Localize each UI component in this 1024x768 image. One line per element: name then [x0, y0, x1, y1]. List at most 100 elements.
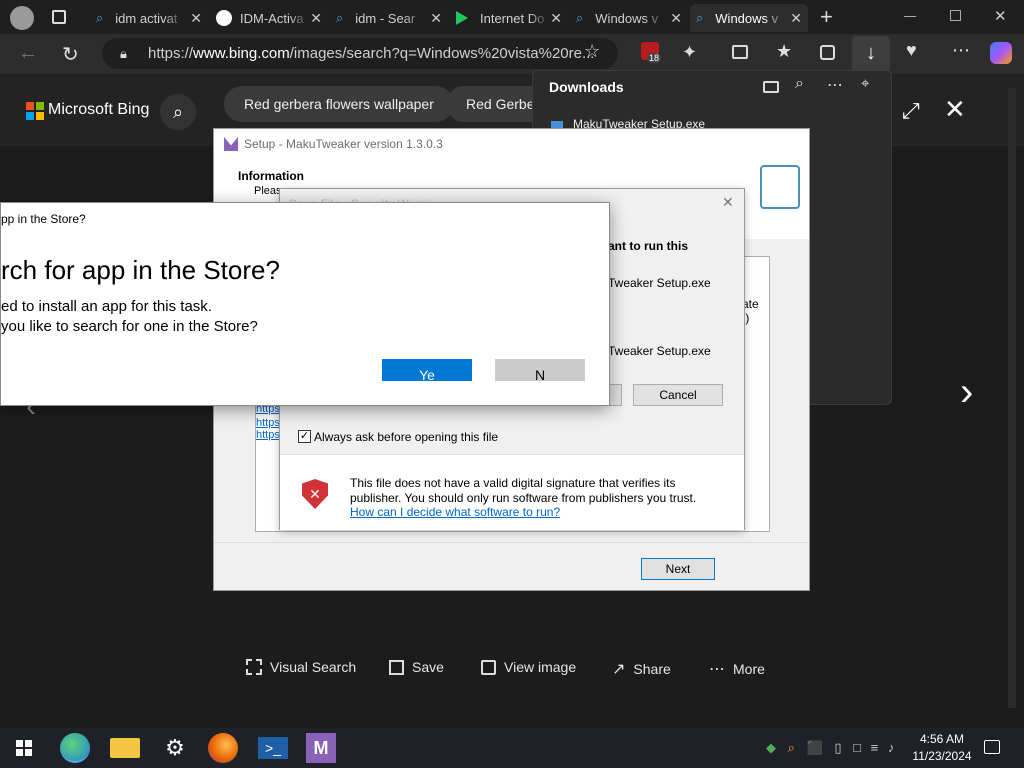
tray-search-icon[interactable]: ⌕ [788, 740, 795, 755]
bing-search-icon: ⌕ [96, 10, 104, 25]
search-icon[interactable]: ⌕ [795, 75, 804, 93]
tab-title: Windows v [715, 10, 779, 26]
tray-volume-icon[interactable]: ♪ [888, 740, 895, 755]
new-tab-icon[interactable]: + [820, 4, 833, 30]
restore-icon[interactable] [950, 10, 961, 21]
downloads-icon[interactable]: ↓ [852, 36, 890, 72]
cancel-button[interactable]: Cancel [633, 384, 723, 406]
setup-box-icon [760, 165, 800, 209]
suggestion-pill[interactable]: Red gerbera flowers wallpaper [224, 86, 454, 122]
clock-date[interactable]: 11/23/2024 [910, 749, 974, 763]
extensions-puzzle-icon[interactable]: ✦ [682, 42, 697, 63]
folder-icon[interactable] [763, 81, 779, 93]
performance-icon[interactable]: ♥ [906, 40, 917, 61]
notifications-icon[interactable] [984, 740, 1000, 754]
tab-actions-icon[interactable] [52, 10, 66, 24]
tab-title: Internet Do [480, 10, 545, 26]
action-label: Visual Search [270, 659, 357, 675]
tray-chat-icon[interactable]: □ [853, 740, 861, 755]
save-action[interactable]: Save [389, 659, 444, 675]
security-from: Tweaker Setup.exe [608, 344, 711, 358]
profile-avatar[interactable] [10, 6, 34, 30]
window-close-icon[interactable]: ✕ [994, 7, 1007, 25]
microsoft-logo-icon [26, 102, 44, 120]
tab-windows-1[interactable]: ⌕ Windows v ✕ [570, 4, 688, 32]
view-image-icon [481, 659, 496, 675]
info-fragment: ate :) [742, 297, 759, 325]
close-icon[interactable]: ✕ [550, 10, 562, 27]
address-bar[interactable]: 🔒︎ https://www.bing.com/images/search?q=… [102, 38, 618, 69]
store-dialog: pp in the Store? rch for app in the Stor… [0, 202, 610, 406]
next-image-icon[interactable]: › [960, 370, 973, 415]
clock-time[interactable]: 4:56 AM [914, 732, 970, 746]
url-prefix: https:// [148, 45, 194, 62]
more-action[interactable]: ⋯ More [709, 659, 765, 679]
always-ask-label: Always ask before opening this file [314, 430, 499, 444]
always-ask-checkbox[interactable]: ✓ [298, 430, 311, 443]
pin-icon[interactable]: ⌖ [861, 75, 869, 92]
close-icon[interactable]: ✕ [430, 10, 442, 27]
view-image-action[interactable]: View image [481, 659, 576, 675]
favorite-star-icon[interactable]: ☆ [584, 41, 600, 62]
visual-search-icon [246, 659, 262, 675]
settings-more-icon[interactable]: ⋯ [952, 40, 970, 61]
search-icon[interactable]: ⌕ [160, 94, 196, 130]
dialog-close-icon[interactable]: ✕ [722, 194, 734, 211]
no-button[interactable]: N [495, 359, 585, 381]
visual-search-action[interactable]: Visual Search [246, 659, 356, 675]
close-icon[interactable]: ✕ [310, 10, 322, 27]
tray-network-icon[interactable]: ≡ [871, 740, 879, 755]
scrollbar[interactable] [1008, 88, 1016, 708]
address-toolbar: ← ↻ 🔒︎ https://www.bing.com/images/searc… [0, 34, 1024, 74]
tab-idm-activa-github[interactable]: IDM-Activa ✕ [210, 4, 328, 32]
action-label: View image [504, 659, 577, 675]
tab-idm-search[interactable]: ⌕ idm - Sear ✕ [330, 4, 448, 32]
close-icon[interactable]: ✕ [790, 10, 802, 27]
maku-app-icon [224, 137, 238, 151]
powershell-icon[interactable]: >_ [258, 737, 288, 759]
favorites-icon[interactable]: ★ [776, 41, 792, 62]
close-viewer-icon[interactable]: ✕ [944, 94, 966, 125]
tab-internet-download[interactable]: Internet Do ✕ [450, 4, 568, 32]
extension-icon[interactable]: 18 [641, 42, 662, 63]
next-button[interactable]: Next [641, 558, 715, 580]
help-link[interactable]: How can I decide what software to run? [350, 505, 560, 519]
firefox-icon[interactable] [208, 733, 238, 763]
copilot-icon[interactable] [990, 42, 1012, 64]
back-icon[interactable]: ← [18, 42, 38, 65]
refresh-icon[interactable]: ↻ [62, 42, 79, 67]
tray-battery-icon[interactable]: ▯ [834, 740, 841, 755]
bing-logo-text: Microsoft Bing [48, 101, 150, 118]
lock-icon: 🔒︎ [120, 46, 127, 61]
bing-search-icon: ⌕ [696, 10, 704, 25]
close-icon[interactable]: ✕ [190, 10, 202, 27]
github-icon [216, 10, 232, 26]
extension-badge: 18 [647, 53, 662, 63]
tab-title: idm activat [115, 10, 178, 26]
setup-footer: Next [214, 542, 809, 590]
info-link[interactable]: https [256, 417, 280, 429]
tray-icons[interactable]: ◆ ⌕ ⬛ ▯ □ ≡ ♪ [766, 740, 894, 756]
more-options-icon[interactable]: ⋯ [827, 75, 843, 95]
tray-shield-icon[interactable]: ⬛ [807, 740, 823, 755]
makutweaker-icon[interactable]: M [306, 733, 336, 763]
tab-title: IDM-Activa [240, 10, 304, 26]
file-explorer-icon[interactable] [110, 738, 140, 758]
idm-flag-icon [456, 11, 468, 25]
security-name: Tweaker Setup.exe [608, 276, 711, 290]
collections-icon[interactable] [820, 45, 835, 60]
setup-titlebar: Setup - MakuTweaker version 1.3.0.3 [214, 129, 809, 159]
tray-app-icon[interactable]: ◆ [766, 740, 776, 755]
close-icon[interactable]: ✕ [670, 10, 682, 27]
settings-gear-icon[interactable]: ⚙ [160, 733, 190, 763]
split-screen-icon[interactable] [732, 45, 748, 59]
share-action[interactable]: ↗ Share [612, 659, 671, 679]
tab-idm-activate[interactable]: ⌕ idm activat ✕ [90, 4, 208, 32]
tab-windows-active[interactable]: ⌕ Windows v ✕ [690, 4, 808, 32]
expand-icon[interactable]: ⤢ [902, 98, 920, 124]
edge-icon[interactable] [60, 733, 90, 763]
info-link[interactable]: https [256, 429, 280, 441]
windows-start-icon[interactable] [16, 740, 32, 756]
yes-button[interactable]: Ye [382, 359, 472, 381]
minimize-icon[interactable] [904, 16, 916, 17]
